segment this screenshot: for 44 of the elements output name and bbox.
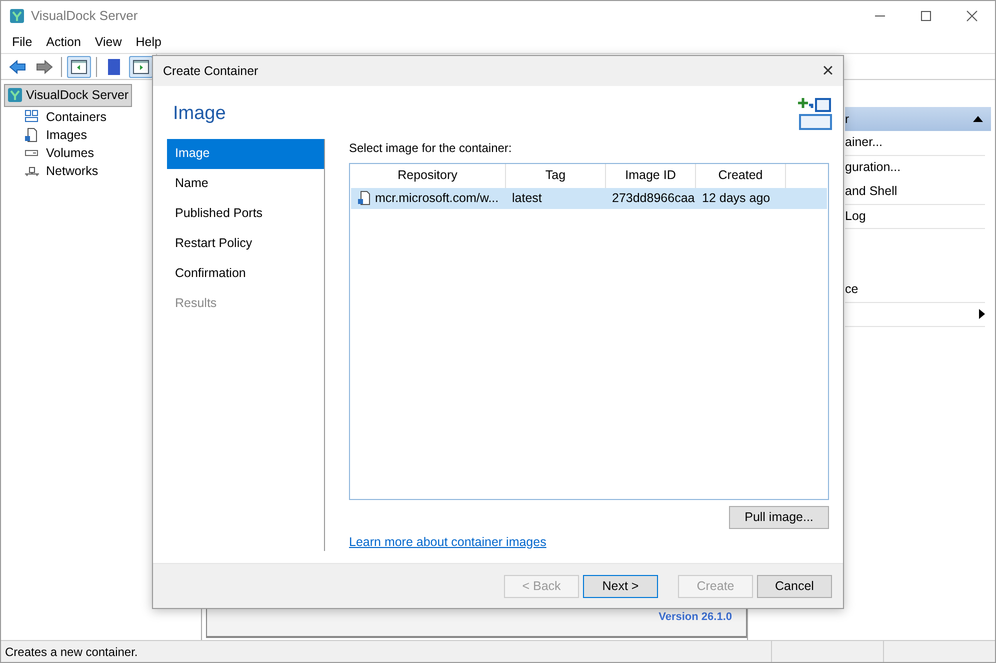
back-arrow-icon[interactable] bbox=[8, 58, 26, 76]
dialog-title: Create Container bbox=[163, 62, 258, 80]
menu-item[interactable]: Action bbox=[39, 32, 88, 52]
file-icon bbox=[357, 190, 371, 206]
version-label: Version 26.1.0 bbox=[658, 610, 732, 626]
pane-command[interactable]: ainer... bbox=[845, 133, 883, 152]
table-cell-text: latest bbox=[511, 190, 543, 207]
wizard-button[interactable]: Cancel bbox=[757, 574, 832, 598]
prompt-label: Select image for the container: bbox=[349, 140, 513, 156]
actions-header[interactable]: r bbox=[845, 107, 991, 131]
wizard-step[interactable]: Restart Policy bbox=[167, 228, 324, 258]
file-icon bbox=[24, 127, 40, 144]
menu-item[interactable]: View bbox=[88, 32, 129, 52]
table-cell-text: 12 days ago bbox=[701, 190, 772, 207]
pane-command[interactable]: and Shell bbox=[845, 182, 898, 202]
collapse-icon[interactable] bbox=[973, 115, 983, 123]
pane-command[interactable]: Log bbox=[845, 206, 866, 226]
close-button[interactable]: × bbox=[813, 56, 843, 86]
wizard-button[interactable]: Next > bbox=[583, 574, 658, 598]
app-logo-icon bbox=[9, 8, 25, 24]
pane-toggle-icon[interactable] bbox=[132, 58, 150, 76]
table-cell-text: 273dd8966caa bbox=[611, 190, 696, 207]
pane-toggle-icon[interactable] bbox=[70, 58, 88, 76]
close-icon[interactable] bbox=[966, 10, 978, 22]
pane-command[interactable]: ce bbox=[845, 280, 858, 300]
menu-item[interactable]: File bbox=[5, 32, 40, 52]
actions-header-label: r bbox=[845, 111, 849, 128]
maximize-icon[interactable] bbox=[920, 10, 932, 22]
table-cell-text: mcr.microsoft.com/w... bbox=[375, 190, 499, 207]
wizard-step[interactable]: Image bbox=[167, 138, 324, 168]
page-heading: Image bbox=[173, 102, 226, 126]
table-row[interactable]: mcr.microsoft.com/w... latest 273dd8966caa 12 days ago bbox=[351, 188, 827, 208]
wizard-step[interactable]: Name bbox=[167, 168, 324, 198]
wizard-step[interactable]: Published Ports bbox=[167, 198, 324, 228]
pane-command[interactable]: guration... bbox=[845, 158, 901, 178]
menu-item[interactable]: Help bbox=[128, 32, 168, 52]
help-link[interactable]: Learn more about container images bbox=[349, 534, 546, 548]
window-title: VisualDock Server bbox=[31, 7, 138, 26]
tree-item[interactable]: VisualDock Server bbox=[4, 84, 132, 107]
submenu-arrow-icon[interactable] bbox=[979, 309, 985, 320]
status-text: Creates a new container. bbox=[4, 644, 139, 660]
wizard-step[interactable]: Confirmation bbox=[167, 258, 324, 288]
app-logo-icon bbox=[7, 87, 23, 104]
pull-image-button[interactable]: Pull image... bbox=[729, 506, 829, 528]
